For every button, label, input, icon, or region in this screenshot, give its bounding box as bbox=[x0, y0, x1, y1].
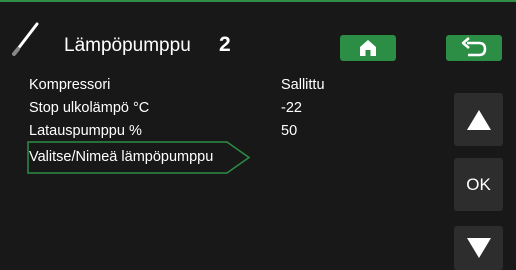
charge-pump-value[interactable]: 50 bbox=[281, 123, 297, 139]
back-button[interactable] bbox=[446, 35, 502, 61]
stop-outdoor-temp-value[interactable]: -22 bbox=[281, 100, 302, 116]
settings-pencil-icon bbox=[10, 19, 40, 59]
home-icon bbox=[360, 40, 376, 56]
home-button[interactable] bbox=[340, 35, 396, 61]
triangle-down-icon bbox=[466, 238, 491, 258]
page-title: Lämpöpumppu bbox=[64, 35, 191, 56]
compressor-value[interactable]: Sallittu bbox=[281, 77, 325, 93]
charge-pump-label: Latauspumppu % bbox=[29, 123, 142, 139]
scroll-down-button[interactable] bbox=[454, 226, 503, 270]
stop-outdoor-temp-label: Stop ulkolämpö °C bbox=[29, 100, 150, 116]
select-name-heat-pump-item[interactable]: Valitse/Nimeä lämpöpumppu bbox=[27, 141, 251, 174]
compressor-label: Kompressori bbox=[29, 77, 111, 93]
heat-pump-number: 2 bbox=[219, 33, 231, 56]
screen: Lämpöpumppu 2 Kompressori Sallittu Stop … bbox=[0, 0, 516, 270]
back-arrow-icon bbox=[461, 37, 487, 57]
triangle-up-icon bbox=[466, 109, 491, 130]
ok-button[interactable]: OK bbox=[454, 158, 503, 211]
scroll-up-button[interactable] bbox=[454, 93, 503, 146]
select-name-heat-pump-label: Valitse/Nimeä lämpöpumppu bbox=[29, 149, 214, 165]
